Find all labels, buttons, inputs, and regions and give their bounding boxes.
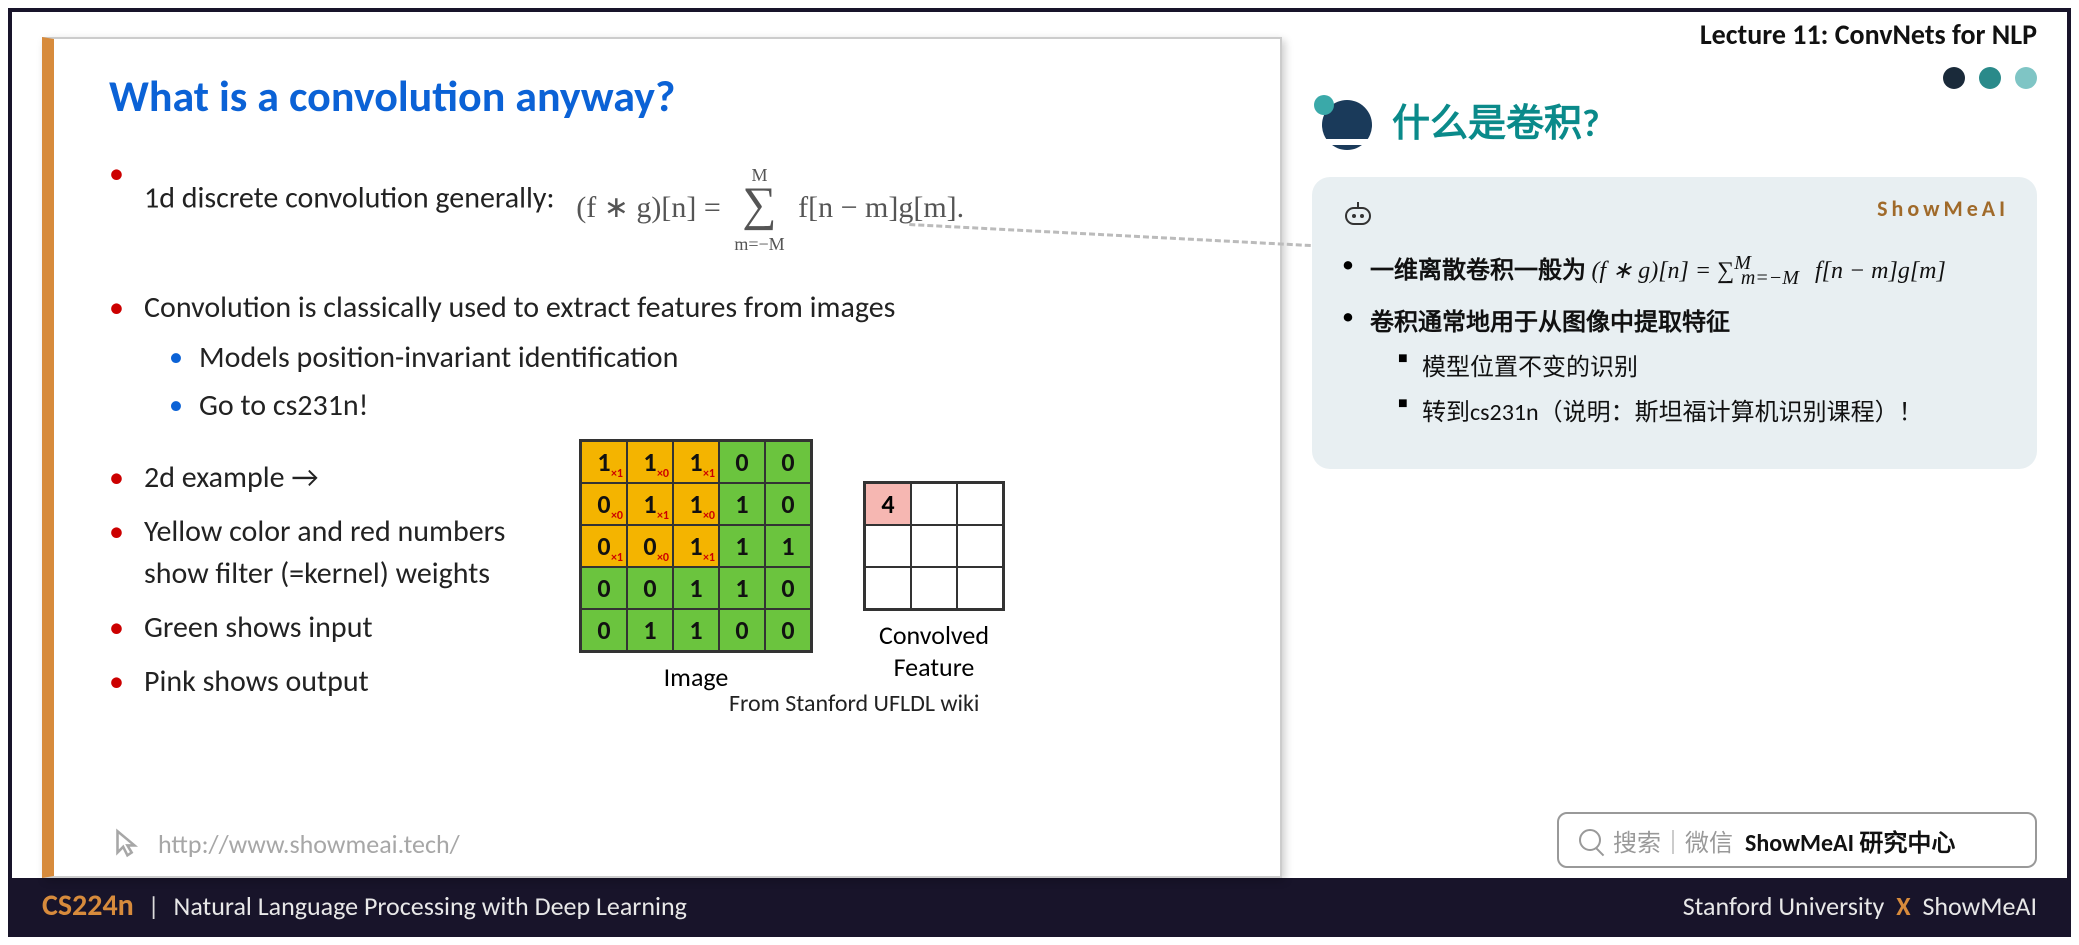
footer-brand: ShowMeAI: [1922, 890, 2037, 922]
note-sub-cs231n: 转到cs231n（说明：斯坦福计算机识别课程）！: [1398, 392, 2007, 427]
lecture-label: Lecture 11: ConvNets for NLP: [1700, 17, 2037, 52]
course-code: CS224n: [42, 887, 134, 924]
sum-lower: m=−M: [734, 232, 784, 257]
output-cell: [957, 567, 1003, 609]
output-grid: 4: [863, 481, 1005, 611]
grid-cell: 1: [719, 567, 765, 609]
grid-cell: 1×1: [627, 483, 673, 525]
grid-cell: 0×1: [581, 525, 627, 567]
grid-cell: 0: [581, 567, 627, 609]
grid-cell: 1: [673, 609, 719, 651]
cursor-icon: [109, 827, 143, 861]
right-panel: Lecture 11: ConvNets for NLP 什么是卷积? Show…: [1282, 12, 2067, 878]
output-cell: [911, 525, 957, 567]
conv-visual: 1×11×01×1000×01×11×0100×10×01×1110011001…: [579, 439, 1005, 693]
grid-cell: 0: [765, 567, 811, 609]
separator: |: [148, 890, 160, 922]
grid-cell: 1×1: [673, 525, 719, 567]
grid-cell: 0: [627, 567, 673, 609]
grid-cell: 1×0: [673, 483, 719, 525]
search-brand: ShowMeAI 研究中心: [1745, 823, 1955, 858]
grid-cell: 0: [581, 609, 627, 651]
grid-cell: 0: [719, 441, 765, 483]
output-grid-label-1: Convolved: [879, 619, 989, 651]
bullet-1d-conv-text: 1d discrete convolution generally:: [144, 179, 555, 216]
footer-university: Stanford University: [1683, 890, 1885, 922]
input-grid: 1×11×01×1000×01×11×0100×10×01×1110011001…: [579, 439, 813, 653]
note-formula: (f ∗ g)[n] = ∑Mm=−M f[n − m]g[m]: [1591, 258, 1945, 284]
note-1d-conv-label: 一维离散卷积一般为: [1370, 256, 1586, 285]
grid-cell: 1: [719, 525, 765, 567]
grid-cell: 0: [765, 483, 811, 525]
conv-formula: (f ∗ g)[n] = M ∑ m=−M f[n − m]g[m].: [576, 163, 964, 257]
grid-cell: 1×1: [673, 441, 719, 483]
note-1d-conv: 一维离散卷积一般为 (f ∗ g)[n] = ∑Mm=−M f[n − m]g[…: [1342, 250, 2007, 290]
subbullet-cs231n: Go to cs231n!: [169, 385, 1240, 427]
subbullet-pos-invariant: Models position-invariant identification: [169, 337, 1240, 379]
search-box[interactable]: 搜索｜微信 ShowMeAI 研究中心: [1557, 812, 2037, 868]
input-grid-label: Image: [664, 661, 729, 693]
note-sub-pos-invariant: 模型位置不变的识别: [1398, 347, 2007, 382]
dot-icon: [2015, 67, 2037, 89]
grid-cell: 0: [765, 609, 811, 651]
output-cell: [911, 567, 957, 609]
course-subtitle: Natural Language Processing with Deep Le…: [174, 890, 687, 922]
slide-footer: http://www.showmeai.tech/: [109, 827, 460, 861]
bullet-classic-use-text: Convolution is classically used to extra…: [144, 289, 895, 326]
bullet-yellow-red: Yellow color and red numbers show filter…: [109, 511, 569, 595]
formula-lhs: (f ∗ g)[n] =: [576, 191, 721, 224]
grid-cell: 0×0: [627, 525, 673, 567]
grid-cell: 1: [673, 567, 719, 609]
grid-cell: 1: [765, 525, 811, 567]
sigma-icon: ∑: [742, 178, 776, 231]
output-grid-label-2: Feature: [879, 651, 989, 683]
bullet-classic-use: Convolution is classically used to extra…: [109, 287, 1240, 427]
footer-url[interactable]: http://www.showmeai.tech/: [158, 828, 460, 860]
decorative-dots: [1943, 67, 2037, 89]
slide-title: What is a convolution anyway?: [109, 69, 1240, 123]
image-credit: From Stanford UFLDL wiki: [729, 689, 979, 718]
note-card: ShowMeAI 一维离散卷积一般为 (f ∗ g)[n] = ∑Mm=−M f…: [1312, 177, 2037, 469]
grid-cell: 1: [719, 483, 765, 525]
search-icon: [1579, 829, 1601, 851]
footer-bar: CS224n | Natural Language Processing wit…: [12, 878, 2067, 933]
output-cell: [865, 525, 911, 567]
note-classic-use: 卷积通常地用于从图像中提取特征 模型位置不变的识别 转到cs231n（说明：斯坦…: [1342, 302, 2007, 427]
output-cell: [957, 483, 1003, 525]
grid-cell: 0×0: [581, 483, 627, 525]
robot-icon: [1342, 201, 1374, 227]
grid-cell: 1: [627, 609, 673, 651]
brand-label: ShowMeAI: [1877, 195, 2009, 222]
grid-cell: 0: [719, 609, 765, 651]
output-cell: [957, 525, 1003, 567]
output-cell: 4: [865, 483, 911, 525]
slide-card: What is a convolution anyway? 1d discret…: [42, 37, 1282, 878]
dot-icon: [1979, 67, 2001, 89]
search-placeholder: 搜索｜微信: [1613, 823, 1733, 858]
cn-heading-text: 什么是卷积?: [1392, 92, 1600, 147]
dot-icon: [1943, 67, 1965, 89]
note-classic-use-text: 卷积通常地用于从图像中提取特征: [1370, 308, 1730, 337]
grid-cell: 1×1: [581, 441, 627, 483]
output-cell: [865, 567, 911, 609]
formula-rhs: f[n − m]g[m].: [798, 191, 964, 224]
output-cell: [911, 483, 957, 525]
grid-cell: 1×0: [627, 441, 673, 483]
cn-heading: 什么是卷积?: [1312, 92, 2037, 147]
collab-x-icon: X: [1896, 890, 1910, 922]
grid-cell: 0: [765, 441, 811, 483]
section-icon: [1312, 95, 1372, 145]
